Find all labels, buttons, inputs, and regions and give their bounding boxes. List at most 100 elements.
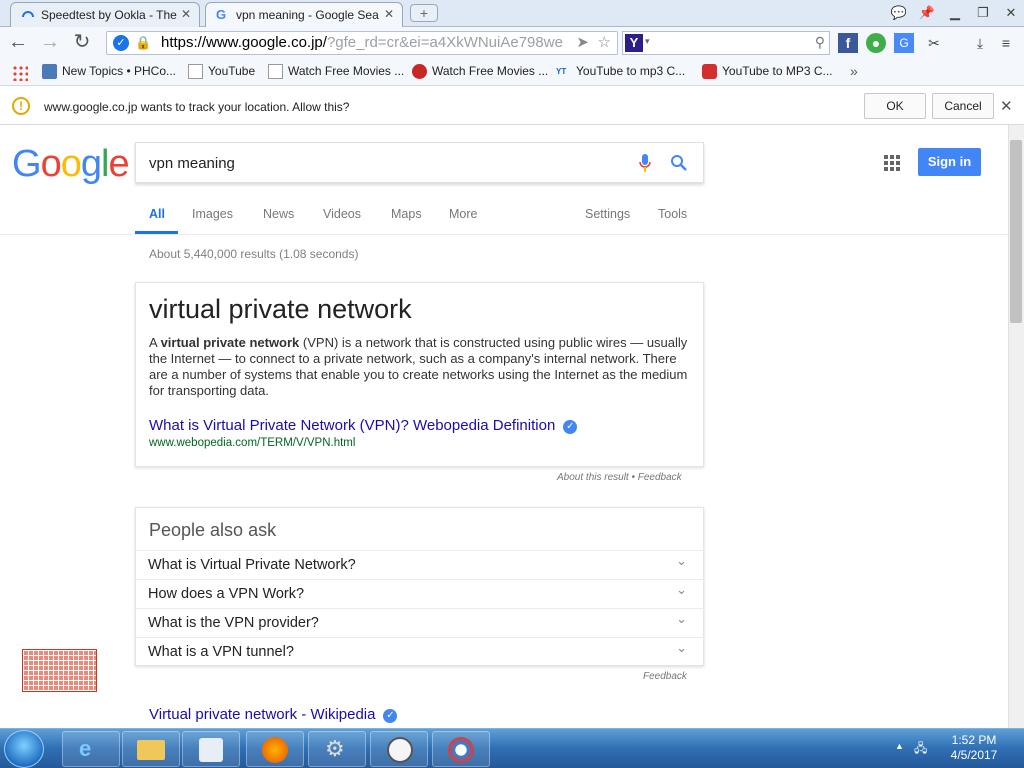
about-result-link[interactable]: About this result • Feedback xyxy=(557,472,682,483)
search-icon[interactable]: ⚲ xyxy=(815,34,825,51)
gear-icon: ⚙ xyxy=(325,736,345,761)
floating-widget[interactable] xyxy=(22,649,97,692)
verified-icon: ✓ xyxy=(563,420,578,434)
menu-icon[interactable]: ≡ xyxy=(996,33,1016,53)
close-icon[interactable]: ✕ xyxy=(1000,97,1013,115)
new-tab-button[interactable]: + xyxy=(410,4,438,22)
address-bar[interactable]: ✓ 🔒 https://www.google.co.jp/?gfe_rd=cr&… xyxy=(106,31,618,55)
firefox-taskbar-button[interactable] xyxy=(246,731,304,767)
tab-more[interactable]: More xyxy=(449,207,477,221)
pin-icon[interactable]: 📌 xyxy=(916,4,938,22)
ie-taskbar-button[interactable]: e xyxy=(62,731,120,767)
tab-videos[interactable]: Videos xyxy=(323,207,361,221)
back-button[interactable]: ← xyxy=(6,32,30,54)
network-icon[interactable]: 🖧 xyxy=(914,739,927,760)
bookmark-item[interactable]: Watch Free Movies ... xyxy=(268,64,404,79)
paa-question[interactable]: How does a VPN Work? ⌄ xyxy=(135,579,704,608)
media-taskbar-button[interactable] xyxy=(182,731,240,767)
microphone-icon[interactable] xyxy=(639,154,651,173)
permission-message: www.google.co.jp wants to track your loc… xyxy=(44,100,350,114)
search-tabs: All Images News Videos Maps More Setting… xyxy=(0,198,1008,235)
snippet-link[interactable]: What is Virtual Private Network (VPN)? W… xyxy=(149,417,578,434)
share-icon[interactable]: ➤ xyxy=(576,32,589,54)
tab-speedtest[interactable]: Speedtest by Ookla - The ✕ xyxy=(10,2,200,27)
bookmark-item[interactable]: YouTube to MP3 C... xyxy=(702,64,833,79)
browser-icon xyxy=(448,737,474,763)
close-window-button[interactable]: ✕ xyxy=(1000,4,1022,22)
reload-button[interactable]: ↻ xyxy=(70,32,94,54)
snippet-url[interactable]: www.webopedia.com/TERM/V/VPN.html xyxy=(149,437,355,449)
settings-taskbar-button[interactable]: ⚙ xyxy=(308,731,366,767)
verified-icon: ✓ xyxy=(383,709,398,723)
tab-title: vpn meaning - Google Sea xyxy=(236,8,379,22)
tab-images[interactable]: Images xyxy=(192,207,233,221)
yahoo-icon: Y xyxy=(625,34,643,52)
search-input[interactable]: vpn meaning xyxy=(149,155,235,172)
close-icon[interactable]: ✕ xyxy=(384,7,394,21)
chat-icon[interactable]: 💬 xyxy=(888,4,910,22)
chevron-down-icon: ⌄ xyxy=(676,553,687,568)
search-box[interactable]: vpn meaning xyxy=(135,142,704,183)
system-clock[interactable]: 1:52 PM 4/5/2017 xyxy=(944,733,1004,763)
apps-icon[interactable] xyxy=(12,65,28,81)
paa-question[interactable]: What is the VPN provider? ⌄ xyxy=(135,608,704,637)
active-tab-indicator xyxy=(135,231,178,234)
chevron-down-icon: ⌄ xyxy=(676,640,687,655)
people-also-ask-title: People also ask xyxy=(149,520,277,540)
more-bookmarks-icon[interactable]: » xyxy=(850,63,858,79)
tab-tools[interactable]: Tools xyxy=(658,207,687,221)
clock-time: 1:52 PM xyxy=(951,733,997,747)
mp3-icon: YT xyxy=(556,67,567,76)
result-link[interactable]: Virtual private network - Wikipedia ✓ xyxy=(149,706,398,723)
bookmark-item[interactable]: YT YouTube to mp3 C... xyxy=(556,64,685,78)
start-button[interactable] xyxy=(4,730,44,768)
chevron-down-icon[interactable]: ▾ xyxy=(645,36,650,47)
scissors-icon[interactable]: ✂ xyxy=(924,33,944,53)
translate-icon[interactable]: G xyxy=(894,33,914,53)
paa-question[interactable]: What is a VPN tunnel? ⌄ xyxy=(135,637,704,666)
bookmark-item[interactable]: Watch Free Movies ... xyxy=(412,64,548,79)
media-player-icon xyxy=(199,738,223,762)
result-stats: About 5,440,000 results (1.08 seconds) xyxy=(149,247,359,261)
reel-icon xyxy=(412,64,427,79)
adblock-icon[interactable]: ● xyxy=(866,33,886,53)
scrollbar-thumb[interactable] xyxy=(1010,140,1022,323)
chevron-down-icon: ⌄ xyxy=(676,611,687,626)
show-hidden-icons-icon[interactable]: ▲ xyxy=(895,741,904,751)
folder-icon xyxy=(137,740,165,760)
feedback-link[interactable]: Feedback xyxy=(643,671,687,682)
tab-settings[interactable]: Settings xyxy=(585,207,630,221)
star-icon[interactable]: ☆ xyxy=(598,32,611,54)
explorer-taskbar-button[interactable] xyxy=(122,731,180,767)
paa-question[interactable]: What is Virtual Private Network? ⌄ xyxy=(135,550,704,579)
lock-icon: 🔒 xyxy=(135,35,152,50)
google-logo[interactable]: Google xyxy=(12,143,130,186)
snippet-title: virtual private network xyxy=(149,294,412,324)
bookmark-item[interactable]: YouTube xyxy=(188,64,255,79)
clock-date: 4/5/2017 xyxy=(950,748,998,762)
browser-taskbar-button[interactable] xyxy=(432,731,490,767)
browser-toolbar: ← → ↻ ✓ 🔒 https://www.google.co.jp/?gfe_… xyxy=(0,27,1024,59)
facebook-icon[interactable]: f xyxy=(838,33,858,53)
tab-all[interactable]: All xyxy=(149,207,165,221)
tab-google[interactable]: G vpn meaning - Google Sea ✕ xyxy=(205,2,403,27)
tab-maps[interactable]: Maps xyxy=(391,207,422,221)
sign-in-button[interactable]: Sign in xyxy=(918,148,981,176)
location-permission-bar: ! www.google.co.jp wants to track your l… xyxy=(0,87,1024,125)
ok-button[interactable]: OK xyxy=(864,93,926,119)
search-icon[interactable] xyxy=(670,154,688,172)
tab-title: Speedtest by Ookla - The xyxy=(41,8,177,22)
download-icon[interactable]: ⤓ xyxy=(970,33,990,53)
maximize-button[interactable]: ❐ xyxy=(972,4,994,22)
tab-news[interactable]: News xyxy=(263,207,294,221)
warning-icon: ! xyxy=(12,97,30,115)
clock-app-taskbar-button[interactable] xyxy=(370,731,428,767)
cancel-button[interactable]: Cancel xyxy=(932,93,994,119)
bookmark-item[interactable]: New Topics • PHCo... xyxy=(42,64,176,79)
google-favicon-icon: G xyxy=(216,7,227,22)
close-icon[interactable]: ✕ xyxy=(181,7,191,21)
forward-button[interactable]: → xyxy=(38,32,62,54)
minimize-button[interactable]: ▁ xyxy=(944,4,966,22)
yahoo-search-box[interactable]: Y ▾ ⚲ xyxy=(622,31,830,55)
apps-grid-icon[interactable] xyxy=(884,155,900,171)
